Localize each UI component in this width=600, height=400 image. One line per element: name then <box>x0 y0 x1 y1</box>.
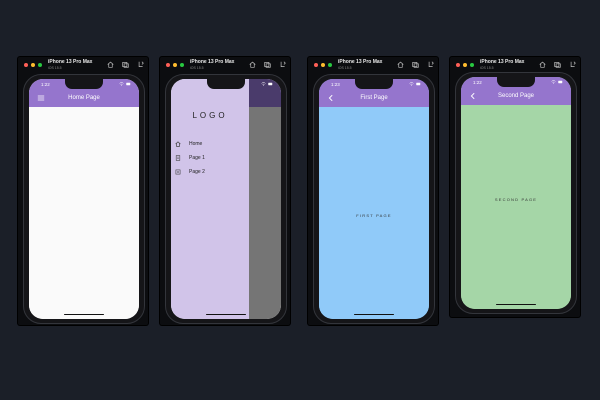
rotate-icon[interactable] <box>137 61 144 68</box>
drawer-item-label: Home <box>189 141 203 147</box>
wifi-icon <box>261 82 266 86</box>
zoom-window-button[interactable] <box>38 63 42 67</box>
close-window-button[interactable] <box>456 63 460 67</box>
drawer-item-page-1[interactable]: Page 1 <box>175 153 205 163</box>
home-indicator[interactable] <box>496 303 536 305</box>
home-indicator[interactable] <box>206 313 246 315</box>
home-icon[interactable] <box>539 61 546 68</box>
simulator-window-drawer: iPhone 13 Pro Max iOS 15.5 LOGO Home Pag… <box>160 57 290 325</box>
close-window-button[interactable] <box>166 63 170 67</box>
appbar-title: Home Page <box>68 95 100 101</box>
device-os: iOS 15.5 <box>480 66 494 70</box>
device-name: iPhone 13 Pro Max <box>480 59 525 65</box>
page-icon <box>175 155 181 161</box>
simulator-titlebar: iPhone 13 Pro Max iOS 15.5 <box>160 57 290 75</box>
rotate-icon[interactable] <box>569 61 576 68</box>
close-window-button[interactable] <box>24 63 28 67</box>
phone-screen: 1:22 Home Page <box>29 79 139 319</box>
home-icon <box>175 141 181 147</box>
home-icon[interactable] <box>107 61 114 68</box>
wifi-icon <box>409 82 414 86</box>
device-os: iOS 15.5 <box>48 66 62 70</box>
notch <box>65 79 103 89</box>
simulator-window-first-page: iPhone 13 Pro Max iOS 15.5 1:23 First Pa… <box>308 57 438 325</box>
minimize-window-button[interactable] <box>463 63 467 67</box>
notch <box>497 77 535 87</box>
notch <box>207 79 245 89</box>
screenshot-icon[interactable] <box>122 61 129 68</box>
phone-frame: 1:22 Second Page SECOND PAGE <box>455 72 577 314</box>
phone-screen: 1:22 Second Page SECOND PAGE <box>461 77 571 309</box>
zoom-window-button[interactable] <box>328 63 332 67</box>
page-center-text: FIRST PAGE <box>356 213 392 218</box>
page-body: SECOND PAGE <box>461 105 571 309</box>
phone-frame: 1:22 Home Page <box>23 74 145 324</box>
close-window-button[interactable] <box>314 63 318 67</box>
simulator-window-home: iPhone 13 Pro Max iOS 15.5 1:22 Home Pag… <box>18 57 148 325</box>
home-icon[interactable] <box>249 61 256 68</box>
rotate-icon[interactable] <box>427 61 434 68</box>
device-name: iPhone 13 Pro Max <box>190 59 235 65</box>
battery-icon <box>416 82 421 86</box>
status-time: 1:22 <box>41 82 50 87</box>
phone-screen: 1:23 First Page FIRST PAGE <box>319 79 429 319</box>
navigation-drawer: LOGO Home Page 1 Page 2 <box>171 79 249 319</box>
minimize-window-button[interactable] <box>321 63 325 67</box>
drawer-item-home[interactable]: Home <box>175 139 202 149</box>
device-os: iOS 15.5 <box>338 66 352 70</box>
device-name: iPhone 13 Pro Max <box>48 59 93 65</box>
drawer-logo: LOGO <box>192 111 228 120</box>
minimize-window-button[interactable] <box>31 63 35 67</box>
simulator-titlebar: iPhone 13 Pro Max iOS 15.5 <box>18 57 148 75</box>
wifi-icon <box>551 80 556 84</box>
simulator-window-second-page: iPhone 13 Pro Max iOS 15.5 1:22 Second P… <box>450 57 580 317</box>
drawer-scrim[interactable] <box>249 107 281 319</box>
page-body: FIRST PAGE <box>319 107 429 319</box>
wifi-icon <box>119 82 124 86</box>
screenshot-icon[interactable] <box>412 61 419 68</box>
page-icon <box>175 169 181 175</box>
battery-icon <box>268 82 273 86</box>
rotate-icon[interactable] <box>279 61 286 68</box>
minimize-window-button[interactable] <box>173 63 177 67</box>
drawer-item-label: Page 1 <box>189 155 205 161</box>
battery-icon <box>558 80 563 84</box>
screenshot-icon[interactable] <box>264 61 271 68</box>
zoom-window-button[interactable] <box>470 63 474 67</box>
battery-icon <box>126 82 131 86</box>
status-time: 1:23 <box>331 82 340 87</box>
home-icon[interactable] <box>397 61 404 68</box>
page-body <box>29 107 139 319</box>
simulator-titlebar: iPhone 13 Pro Max iOS 15.5 <box>308 57 438 75</box>
device-name: iPhone 13 Pro Max <box>338 59 383 65</box>
phone-screen: LOGO Home Page 1 Page 2 <box>171 79 281 319</box>
appbar-title: Second Page <box>497 93 535 99</box>
appbar-title: First Page <box>360 95 388 101</box>
drawer-item-page-2[interactable]: Page 2 <box>175 167 205 177</box>
device-os: iOS 15.5 <box>190 66 204 70</box>
home-indicator[interactable] <box>354 313 394 315</box>
phone-frame: LOGO Home Page 1 Page 2 <box>165 74 287 324</box>
phone-frame: 1:23 First Page FIRST PAGE <box>313 74 435 324</box>
screenshot-icon[interactable] <box>554 61 561 68</box>
notch <box>355 79 393 89</box>
zoom-window-button[interactable] <box>180 63 184 67</box>
status-time: 1:22 <box>473 80 482 85</box>
home-indicator[interactable] <box>64 313 104 315</box>
drawer-item-label: Page 2 <box>189 169 205 175</box>
page-center-text: SECOND PAGE <box>494 196 538 202</box>
